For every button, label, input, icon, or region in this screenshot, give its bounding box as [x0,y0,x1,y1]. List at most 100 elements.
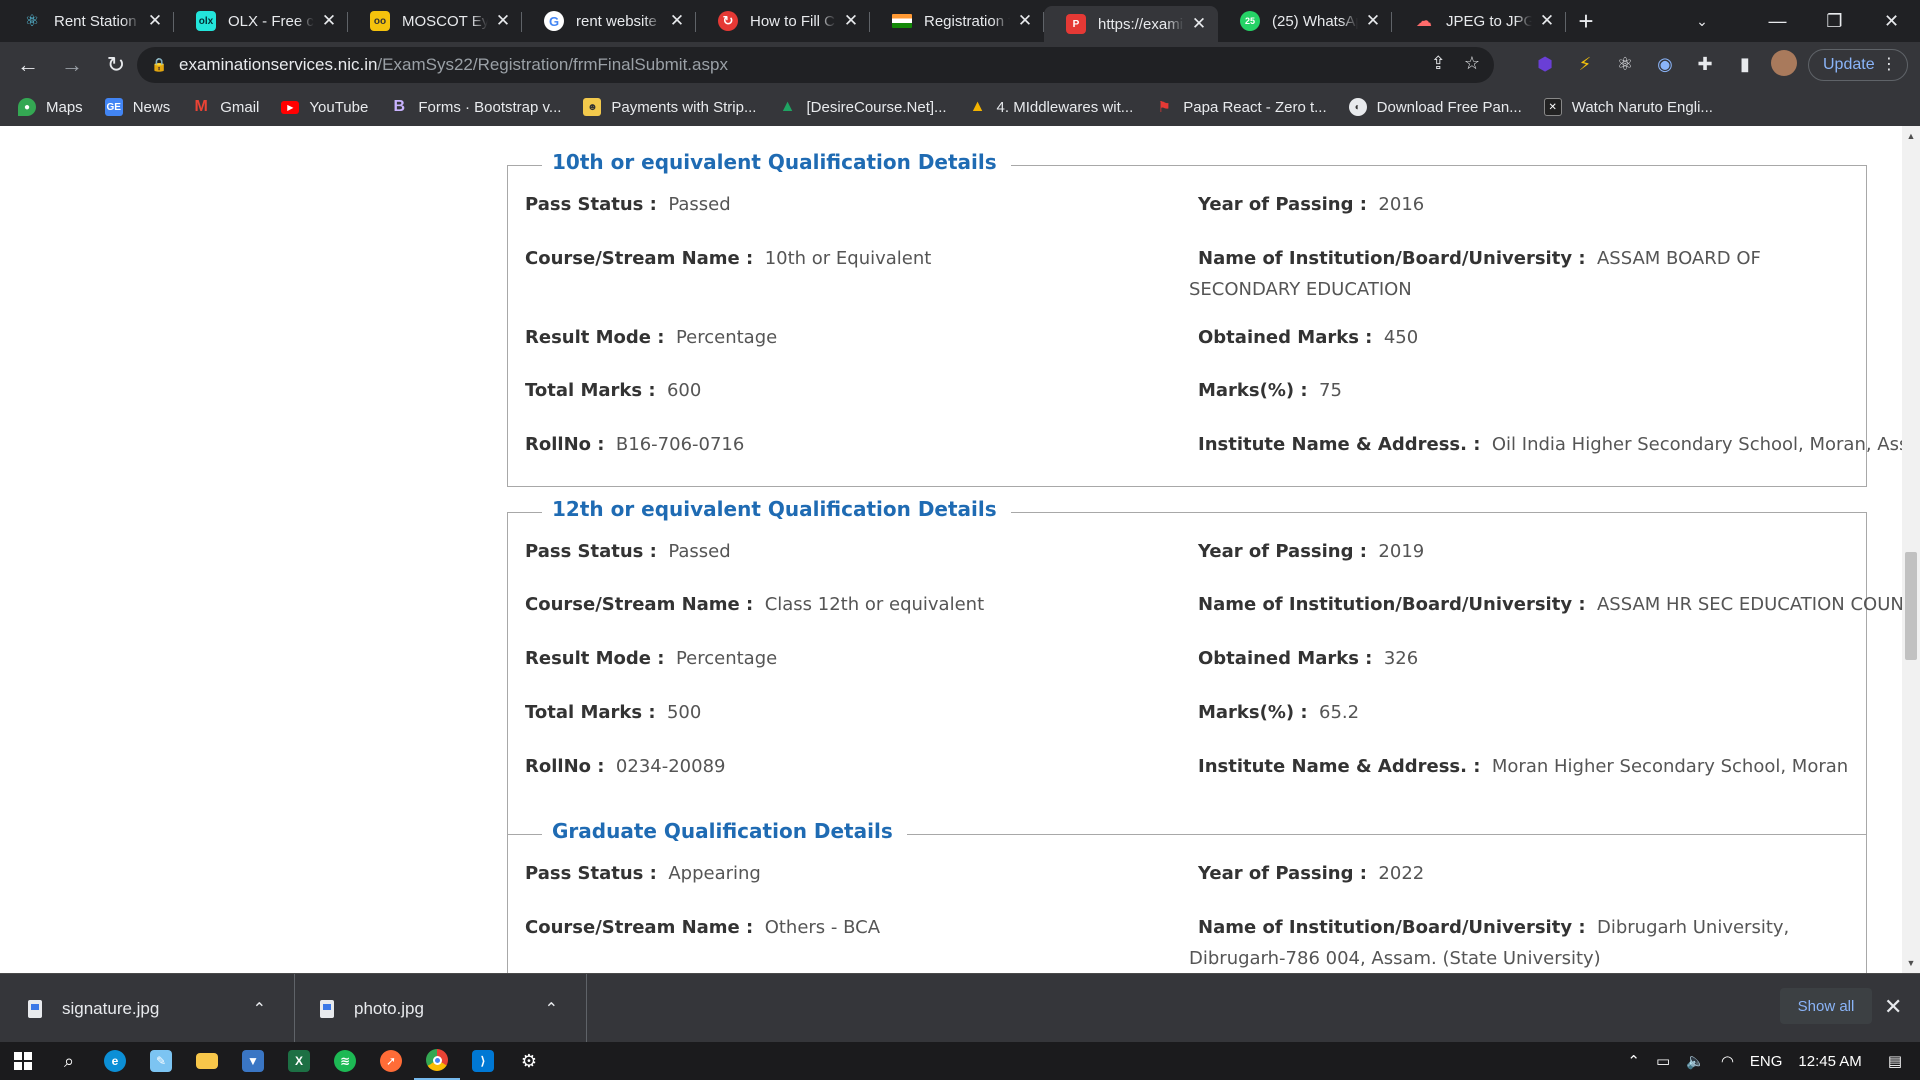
language-indicator[interactable]: ENG [1750,1053,1783,1070]
bookmark-bootstrap[interactable]: B Forms · Bootstrap v... [390,98,562,116]
bookmark-download-free[interactable]: ◐ Download Free Pan... [1348,98,1522,116]
address-bar[interactable]: 🔒 examinationservices.nic.in/ExamSys22/R… [137,47,1494,83]
postman-icon[interactable]: ➚ [368,1042,414,1080]
settings-gear-icon[interactable]: ⚙ [506,1042,552,1080]
search-icon[interactable]: ⌕ [46,1042,92,1080]
app-icon[interactable]: ▼ [230,1042,276,1080]
scroll-down-arrow-icon[interactable]: ▼ [1902,955,1920,971]
scroll-up-arrow-icon[interactable]: ▲ [1902,128,1920,144]
tab-olx[interactable]: olx OLX - Free classifieds ✕ [174,0,348,42]
field-label: Obtained Marks : [1198,327,1373,348]
bookmark-label: [DesireCourse.Net]... [806,98,947,116]
field-value: Passed [668,541,731,562]
extension-react-icon[interactable]: ⚛ [1611,50,1639,78]
reload-icon[interactable]: ↻ [96,45,136,85]
bootstrap-icon: B [393,98,406,115]
close-tab-icon[interactable]: ✕ [320,12,338,30]
field-label: Name of Institution/Board/University : [1198,917,1586,938]
field-label: Year of Passing : [1198,863,1367,884]
extensions-puzzle-icon[interactable]: ✚ [1691,50,1719,78]
bookmark-middlewares[interactable]: ▲ 4. MIddlewares wit... [969,98,1134,116]
close-window-icon[interactable]: ✕ [1863,0,1920,42]
chevron-up-icon[interactable]: ⌃ [253,999,266,1019]
bookmark-maps[interactable]: ● Maps [18,98,83,116]
update-button[interactable]: Update ⋮ [1808,49,1908,81]
field-label: Pass Status : [525,863,657,884]
profile-avatar[interactable] [1771,50,1797,76]
download-item[interactable]: signature.jpg ⌃ [0,974,295,1043]
close-tab-icon[interactable]: ✕ [1364,12,1382,30]
file-explorer-icon[interactable] [184,1042,230,1080]
battery-icon[interactable]: ▭ [1656,1052,1670,1070]
close-tab-icon[interactable]: ✕ [1538,12,1556,30]
page-scrollbar[interactable]: ▲ ▼ [1902,126,1920,973]
tab-rent-station[interactable]: ⚛ Rent Station ✕ [0,0,174,42]
field-value: 326 [1383,648,1419,669]
chevron-up-icon[interactable]: ⌃ [545,999,558,1019]
clock-time[interactable]: 12:45 AM [1798,1053,1861,1070]
new-tab-button[interactable]: + [1566,0,1606,42]
field-value: Percentage [675,648,778,669]
chrome-icon[interactable] [414,1042,460,1080]
wifi-icon[interactable]: ◠ [1721,1052,1734,1070]
tab-jpeg-to-jpg[interactable]: ☁ JPEG to JPG | Convert ✕ [1392,0,1566,42]
extension-circle-icon[interactable]: ◉ [1651,50,1679,78]
notifications-icon[interactable]: ▤ [1888,1052,1902,1070]
edge-icon[interactable]: e [92,1042,138,1080]
tab-title: Registration for [924,12,1010,30]
windows-start-icon[interactable] [0,1042,46,1080]
bookmark-label: YouTube [309,98,369,116]
volume-icon[interactable]: 🔈 [1686,1052,1705,1070]
bookmark-news[interactable]: GE News [104,98,170,116]
bookmark-gmail[interactable]: M Gmail [192,98,260,116]
minimize-icon[interactable]: — [1749,0,1806,42]
field-value: Percentage [675,327,778,348]
tab-registration[interactable]: Registration for ✕ [870,0,1044,42]
side-panel-icon[interactable]: ▮ [1731,50,1759,78]
tab-whatsapp[interactable]: 25 (25) WhatsApp ✕ [1218,0,1392,42]
close-tab-icon[interactable]: ✕ [1016,12,1034,30]
restore-icon[interactable]: ❐ [1806,0,1863,42]
close-tab-icon[interactable]: ✕ [146,12,164,30]
course-row: Course/Stream Name : Class 12th or equiv… [525,589,984,620]
share-icon[interactable]: ⇪ [1431,53,1446,74]
scrollbar-thumb[interactable] [1905,552,1917,660]
extension-hexagon-icon[interactable]: ⬢ [1531,50,1559,78]
tab-search-chevron-icon[interactable]: ⌄ [1682,0,1722,42]
spotify-icon[interactable]: ≋ [322,1042,368,1080]
close-tab-icon[interactable]: ✕ [668,12,686,30]
vscode-icon[interactable]: ⟩ [460,1042,506,1080]
download-filename: photo.jpg [354,998,424,1018]
tab-moscot[interactable]: oo MOSCOT Eyewear ✕ [348,0,522,42]
india-flag-icon [892,14,912,28]
tab-how-to-fill-cuet[interactable]: ↻ How to Fill CUET ✕ [696,0,870,42]
field-value: Appearing [668,863,761,884]
bookmark-youtube[interactable]: ▶ YouTube [281,99,368,116]
bookmark-papa-react[interactable]: ⚑ Papa React - Zero t... [1155,98,1327,117]
bookmark-stripe[interactable]: ☻ Payments with Strip... [583,98,756,116]
excel-icon[interactable]: X [276,1042,322,1080]
notepad-icon[interactable]: ✎ [138,1042,184,1080]
extension-bolt-icon[interactable]: ⚡ [1571,50,1599,78]
bookmark-star-icon[interactable]: ☆ [1464,53,1480,74]
field-value: 2019 [1378,541,1425,562]
close-tab-icon[interactable]: ✕ [494,12,512,30]
close-tab-icon[interactable]: ✕ [1190,15,1208,33]
field-label: Name of Institution/Board/University : [1198,248,1586,269]
bookmark-naruto[interactable]: ✕ Watch Naruto Engli... [1543,98,1713,116]
tray-chevron-up-icon[interactable]: ⌃ [1627,1052,1640,1070]
image-file-icon [320,999,334,1018]
close-download-bar-icon[interactable]: ✕ [1884,994,1902,1020]
tab-google-search[interactable]: G rent website near me ✕ [522,0,696,42]
download-item[interactable]: photo.jpg ⌃ [296,974,587,1043]
field-label: Total Marks : [525,702,656,723]
tab-title: (25) WhatsApp [1272,12,1358,30]
forward-arrow-icon[interactable]: → [52,45,92,85]
bookmark-desirecourse[interactable]: ▲ [DesireCourse.Net]... [778,98,947,116]
back-arrow-icon[interactable]: ← [8,45,48,85]
show-all-button[interactable]: Show all [1780,988,1872,1024]
whatsapp-icon: 25 [1240,11,1260,31]
year-of-passing-row: Year of Passing : 2022 [1198,858,1858,889]
close-tab-icon[interactable]: ✕ [842,12,860,30]
tab-examination-services[interactable]: P https://examinationservices ✕ [1044,6,1218,42]
